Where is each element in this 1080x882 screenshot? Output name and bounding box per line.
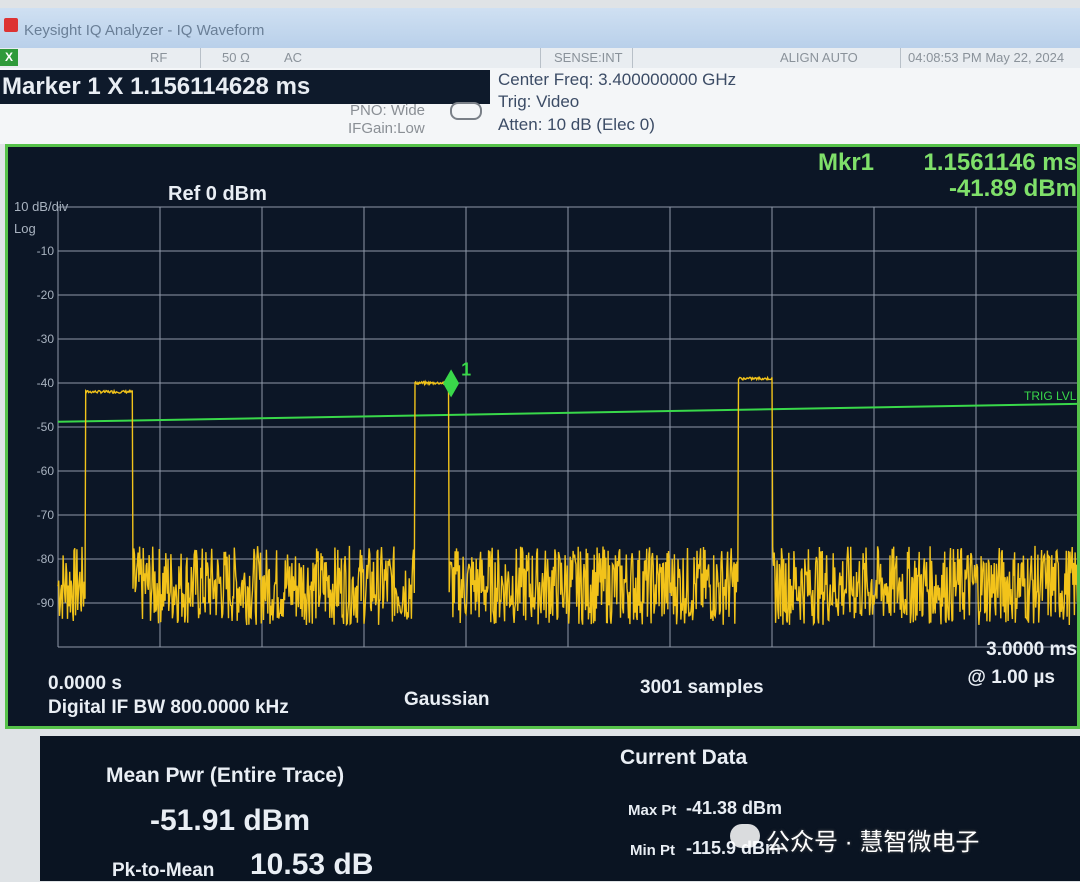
coupling-label: AC — [284, 50, 303, 65]
watermark-text: 公众号 · 慧智微电子 — [766, 829, 980, 856]
divider — [632, 48, 633, 68]
waveform-chart: -10 -20 -30 -40 -50 -60 -70 -80 -90 TRIG LVL 1 — [37, 206, 1077, 648]
impedance-label: 50 Ω — [222, 50, 250, 65]
y-tick-label: -90 — [37, 596, 55, 610]
y-tick-label: -20 — [37, 288, 55, 302]
divider — [200, 48, 201, 68]
samples-label: 3001 samples — [640, 677, 764, 698]
x-start-label: 0.0000 s — [48, 673, 122, 694]
window-titlebar: Keysight IQ Analyzer - IQ Waveform — [0, 8, 1080, 48]
max-pt-label: Max Pt — [628, 802, 677, 819]
atten-setting: Atten: 10 dB (Elec 0) — [498, 115, 655, 134]
marker-1-diamond — [443, 369, 460, 398]
rf-label: RF — [150, 50, 168, 65]
wechat-icon — [730, 824, 760, 848]
marker-readout[interactable]: Marker 1 X 1.156114628 ms — [0, 70, 490, 104]
y-tick-label: -60 — [37, 464, 55, 478]
settings-bar: Marker 1 X 1.156114628 ms PNO: Wide IFGa… — [0, 68, 1080, 144]
pk-to-mean-label: Pk-to-Mean — [112, 860, 215, 881]
ifgain-label: IFGain:Low — [348, 120, 425, 137]
align-label: ALIGN AUTO — [780, 50, 858, 65]
if-bw-label: Digital IF BW 800.0000 kHz — [48, 697, 289, 718]
clock: 04:08:53 PM May 22, 2024 — [908, 50, 1065, 65]
divider — [540, 48, 541, 68]
sense-label: SENSE:INT — [554, 50, 623, 65]
y-tick-label: -30 — [37, 332, 55, 346]
resolution-label: @ 1.00 µs — [967, 667, 1055, 688]
pk-to-mean-value: 10.53 dB — [250, 848, 374, 881]
trig-setting: Trig: Video — [498, 92, 580, 111]
pno-icon — [450, 102, 482, 120]
min-pt-label: Min Pt — [630, 842, 675, 859]
marker-1-number: 1 — [461, 359, 471, 379]
y-tick-label: -70 — [37, 508, 55, 522]
y-tick-label: -50 — [37, 420, 55, 434]
status-bar: X RF 50 Ω AC SENSE:INT ALIGN AUTO 04:08:… — [0, 48, 1080, 69]
trigger-level-label: TRIG LVL — [1024, 389, 1077, 403]
filter-label: Gaussian — [404, 689, 490, 710]
window-title: Keysight IQ Analyzer - IQ Waveform — [24, 22, 265, 39]
divider — [900, 48, 901, 68]
y-tick-label: -40 — [37, 376, 55, 390]
y-tick-labels: -10 -20 -30 -40 -50 -60 -70 -80 -90 — [37, 244, 55, 610]
mean-pwr-value: -51.91 dBm — [150, 804, 311, 837]
x-icon[interactable]: X — [0, 49, 18, 66]
current-data-heading: Current Data — [620, 746, 748, 769]
center-freq: Center Freq: 3.400000000 GHz — [498, 70, 737, 89]
x-stop-label: 3.0000 ms — [986, 639, 1077, 660]
mean-pwr-label: Mean Pwr (Entire Trace) — [106, 764, 345, 787]
y-tick-label: -10 — [37, 244, 55, 258]
y-tick-label: -80 — [37, 552, 55, 566]
pno-label: PNO: Wide — [350, 102, 426, 119]
max-pt-value: -41.38 dBm — [686, 798, 783, 818]
measurement-panel: Mean Pwr (Entire Trace) -51.91 dBm Pk-to… — [40, 736, 1080, 881]
app-icon — [4, 18, 18, 32]
waveform-screen: 1.1561146 ms Mkr1 -41.89 dBm Ref 0 dBm 1… — [5, 144, 1080, 729]
